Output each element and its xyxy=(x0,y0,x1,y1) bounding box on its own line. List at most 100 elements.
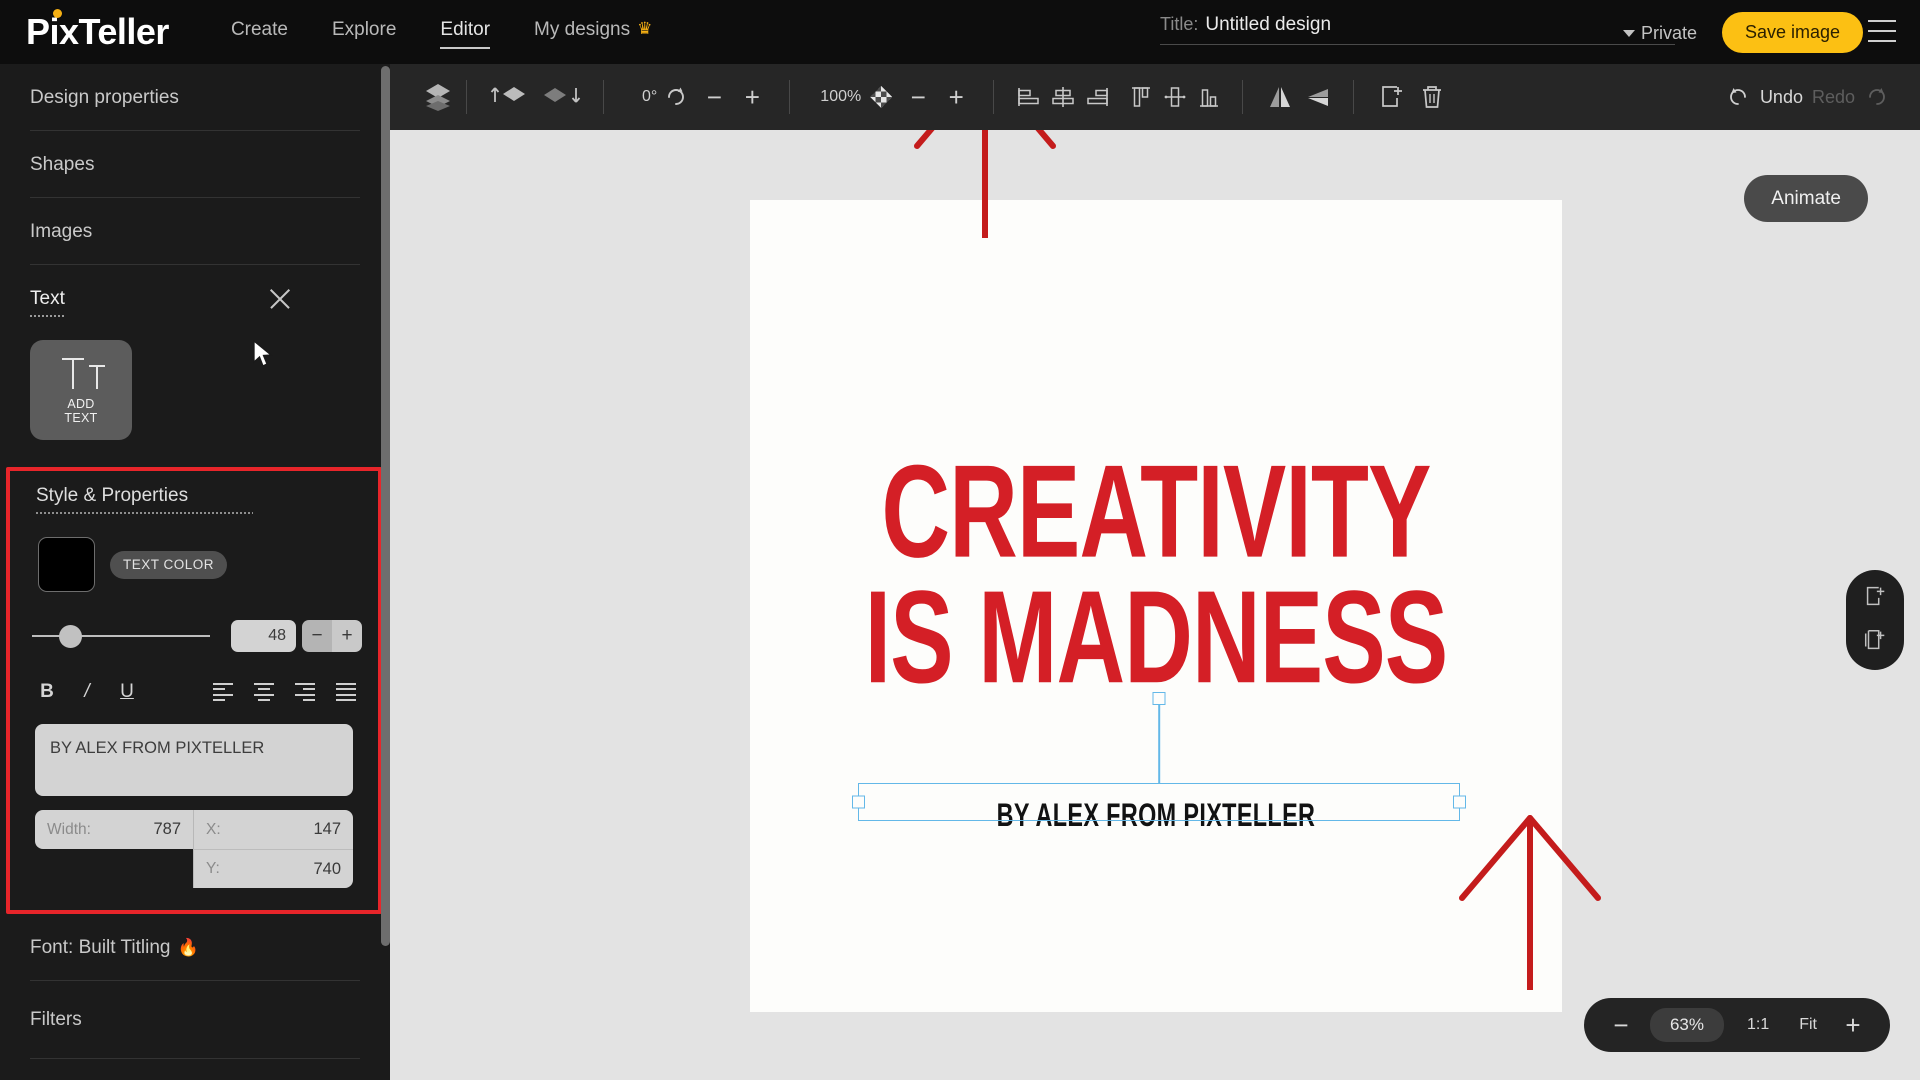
undo-icon[interactable] xyxy=(1727,85,1751,109)
width-input[interactable] xyxy=(101,820,181,839)
toolbar-divider-6 xyxy=(1353,80,1355,114)
save-image-button[interactable]: Save image xyxy=(1722,12,1864,53)
undo-redo-group: Undo Redo xyxy=(1727,85,1888,109)
sidebar-label-design-properties: Design properties xyxy=(30,86,179,108)
pixteller-editor-app: Pi xTeller Create Explore Editor My desig… xyxy=(0,0,1920,1080)
add-text-button[interactable]: ADD TEXT xyxy=(30,340,132,440)
rotate-icon[interactable] xyxy=(657,74,695,120)
text-format-row: B / U xyxy=(38,676,378,708)
add-text-line2: TEXT xyxy=(64,410,98,425)
sidebar-item-images[interactable]: Images xyxy=(0,198,388,265)
rotation-increase-button[interactable]: + xyxy=(739,82,765,113)
y-field[interactable]: Y: xyxy=(193,849,353,888)
animate-button[interactable]: Animate xyxy=(1744,175,1868,222)
opacity-icon[interactable] xyxy=(870,86,893,108)
x-field[interactable]: X: xyxy=(193,810,353,849)
sidebar-item-font[interactable]: Font: Built Titling 🔥 xyxy=(0,914,388,981)
rotation-decrease-button[interactable]: − xyxy=(701,82,727,113)
nav-item-my-designs[interactable]: My designs ♛ xyxy=(534,19,652,46)
sidebar-item-drawing[interactable]: Drawing xyxy=(0,1059,388,1080)
bring-forward-icon[interactable] xyxy=(485,74,535,120)
flip-horizontal-icon[interactable] xyxy=(1261,74,1299,120)
align-left-icon[interactable] xyxy=(1012,74,1046,120)
opacity-decrease-button[interactable]: − xyxy=(905,82,931,113)
sidebar-scrollbar-thumb[interactable] xyxy=(381,66,390,946)
align-right-icon[interactable] xyxy=(295,683,315,701)
align-top-icon[interactable] xyxy=(1124,74,1158,120)
sidebar-item-shapes[interactable]: Shapes xyxy=(0,131,388,198)
text-add-icon xyxy=(62,356,105,390)
logo-text-post: xTeller xyxy=(59,11,169,52)
sidebar-item-design-properties[interactable]: Design properties xyxy=(0,64,388,131)
privacy-dropdown[interactable]: Private xyxy=(1623,23,1697,44)
opacity-increase-button[interactable]: + xyxy=(943,82,969,113)
nav-item-editor[interactable]: Editor xyxy=(440,19,490,49)
undo-button[interactable]: Undo xyxy=(1760,87,1803,108)
text-color-swatch[interactable] xyxy=(38,537,95,592)
font-size-input[interactable] xyxy=(231,620,296,652)
slider-thumb[interactable] xyxy=(59,625,82,648)
nav-item-explore[interactable]: Explore xyxy=(332,19,396,46)
bold-button[interactable]: B xyxy=(38,681,56,703)
rotation-handle-stem xyxy=(1158,700,1160,784)
zoom-fit-button[interactable]: Fit xyxy=(1786,1016,1830,1034)
font-size-decrease-button[interactable]: − xyxy=(302,620,332,652)
align-justify-icon[interactable] xyxy=(336,683,356,701)
chevron-down-icon xyxy=(1623,30,1635,37)
page-tools-panel xyxy=(1846,570,1904,670)
zoom-level-value[interactable]: 63% xyxy=(1649,1008,1724,1042)
redo-icon[interactable] xyxy=(1864,85,1888,109)
font-size-slider[interactable] xyxy=(32,621,210,651)
sidebar-item-text[interactable]: Text xyxy=(0,265,388,332)
toolbar-divider-3 xyxy=(789,80,791,114)
layers-icon[interactable] xyxy=(410,74,466,120)
redo-button[interactable]: Redo xyxy=(1812,87,1855,108)
subline-text[interactable]: BY ALEX FROM PIXTELLER xyxy=(791,796,1522,835)
headline-text[interactable]: CREATIVITY IS MADNESS xyxy=(799,445,1514,702)
add-text-zone: ADD TEXT xyxy=(0,332,388,467)
opacity-value[interactable]: 100% xyxy=(820,88,861,106)
title-label: Title: xyxy=(1160,14,1199,34)
design-title-input[interactable] xyxy=(1205,14,1675,36)
sidebar-label-images: Images xyxy=(30,220,93,242)
sidebar-scrollbar[interactable] xyxy=(381,64,390,1080)
text-color-label[interactable]: TEXT COLOR xyxy=(110,550,228,579)
width-field[interactable]: Width: xyxy=(35,810,193,849)
zoom-in-button[interactable]: + xyxy=(1834,1010,1872,1041)
rotation-value[interactable]: 0° xyxy=(642,88,657,106)
design-canvas[interactable]: CREATIVITY IS MADNESS BY ALEX FROM PIXTE… xyxy=(750,200,1562,1012)
toolbar-divider-4 xyxy=(993,80,995,114)
close-icon[interactable] xyxy=(267,286,293,312)
zoom-one-to-one-button[interactable]: 1:1 xyxy=(1734,1016,1782,1034)
nav-item-create[interactable]: Create xyxy=(231,19,288,46)
flip-vertical-icon[interactable] xyxy=(1299,74,1337,120)
duplicate-icon[interactable] xyxy=(1372,74,1412,120)
toolbar-divider-5 xyxy=(1242,80,1244,114)
align-center-icon[interactable] xyxy=(254,683,274,701)
canvas-stage[interactable]: CREATIVITY IS MADNESS BY ALEX FROM PIXTE… xyxy=(388,130,1920,1080)
text-content-input[interactable]: BY ALEX FROM PIXTELLER xyxy=(35,724,353,796)
add-page-icon[interactable] xyxy=(1862,583,1888,614)
sidebar-label-font: Font: Built Titling xyxy=(30,936,171,958)
crown-icon: ♛ xyxy=(637,18,653,38)
pixteller-logo[interactable]: Pi xTeller xyxy=(26,9,169,53)
nav-label-create: Create xyxy=(230,18,288,40)
duplicate-page-icon[interactable] xyxy=(1862,627,1888,658)
sidebar-item-filters[interactable]: Filters xyxy=(0,981,388,1059)
font-size-increase-button[interactable]: + xyxy=(332,620,362,652)
italic-button[interactable]: / xyxy=(78,681,96,703)
hamburger-menu-icon[interactable] xyxy=(1868,20,1896,42)
align-middle-v-icon[interactable] xyxy=(1158,74,1192,120)
zoom-out-button[interactable]: − xyxy=(1602,1010,1640,1041)
align-bottom-icon[interactable] xyxy=(1192,74,1226,120)
main-nav: Create Explore Editor My designs ♛ xyxy=(231,19,652,49)
align-right-icon[interactable] xyxy=(1080,74,1114,120)
x-input[interactable] xyxy=(261,820,341,839)
y-input[interactable] xyxy=(261,859,341,879)
align-center-h-icon[interactable] xyxy=(1046,74,1080,120)
underline-button[interactable]: U xyxy=(118,681,136,703)
delete-icon[interactable] xyxy=(1412,74,1452,120)
send-backward-icon[interactable] xyxy=(535,74,587,120)
align-left-icon[interactable] xyxy=(213,683,233,701)
add-text-label: ADD TEXT xyxy=(64,397,97,425)
